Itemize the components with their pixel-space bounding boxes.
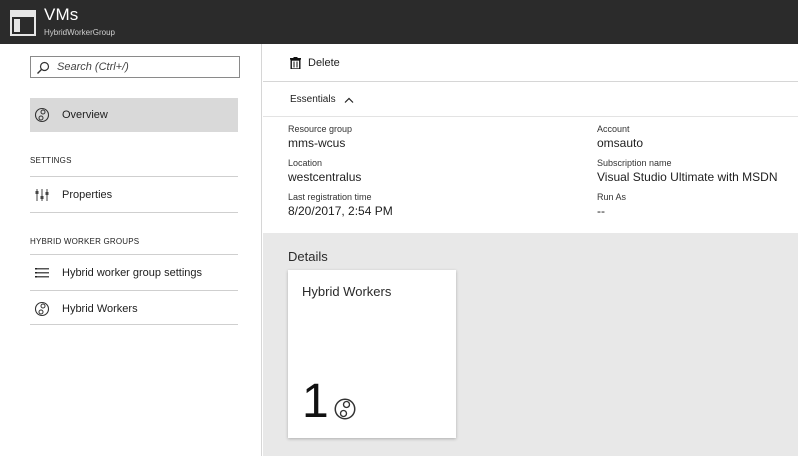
sidebar-item-overview[interactable]: Overview <box>30 98 238 132</box>
sidebar: Overview SETTINGS Properties HYBRID WORK… <box>0 44 262 456</box>
essentials-divider <box>263 116 798 117</box>
sidebar-item-hybrid-worker-group-settings[interactable]: Hybrid worker group settings <box>30 256 238 290</box>
sidebar-item-label: Properties <box>62 189 113 201</box>
page-title: VMs <box>44 5 79 24</box>
title-bar: VMs HybridWorkerGroup <box>0 0 798 44</box>
trash-icon <box>290 57 301 69</box>
divider <box>30 254 238 255</box>
essentials-label: Essentials <box>290 94 336 105</box>
page-subtitle: HybridWorkerGroup <box>44 28 115 37</box>
resource-group-value[interactable]: mms-wcus <box>288 136 345 150</box>
chevron-up-icon <box>344 97 354 103</box>
command-bar: Delete <box>263 44 798 82</box>
section-label-hybrid-worker-groups: HYBRID WORKER GROUPS <box>30 237 140 246</box>
run-as-value: -- <box>597 204 605 218</box>
sidebar-item-label: Hybrid Workers <box>62 303 138 315</box>
sidebar-item-label: Overview <box>62 109 108 121</box>
search-input[interactable] <box>57 58 235 76</box>
divider <box>30 290 238 291</box>
tile-count: 1 <box>302 375 329 428</box>
run-as-label: Run As <box>597 192 627 202</box>
tile-title: Hybrid Workers <box>302 284 392 299</box>
account-label: Account <box>597 124 630 134</box>
main-content: Delete Essentials Resource group mms-wcu… <box>263 44 798 456</box>
location-value: westcentralus <box>288 170 362 184</box>
delete-button[interactable]: Delete <box>290 57 340 69</box>
last-registration-value: 8/20/2017, 2:54 PM <box>288 204 393 218</box>
search-icon <box>37 61 50 74</box>
location-label: Location <box>288 158 323 168</box>
subscription-value[interactable]: Visual Studio Ultimate with MSDN <box>597 170 778 184</box>
sidebar-item-properties[interactable]: Properties <box>30 178 238 212</box>
properties-icon <box>34 187 50 203</box>
section-label-settings: SETTINGS <box>30 156 72 165</box>
hybrid-worker-icon <box>34 107 50 123</box>
hybrid-worker-icon <box>34 301 50 317</box>
essentials-toggle[interactable]: Essentials <box>290 94 354 105</box>
blade-icon <box>10 10 36 36</box>
resource-group-label: Resource group <box>288 124 353 134</box>
divider <box>30 176 238 177</box>
delete-button-label: Delete <box>308 57 340 69</box>
sidebar-item-label: Hybrid worker group settings <box>62 267 203 279</box>
account-value[interactable]: omsauto <box>597 136 643 150</box>
search-box[interactable] <box>30 56 240 78</box>
divider <box>30 212 238 213</box>
sidebar-item-hybrid-workers[interactable]: Hybrid Workers <box>30 292 238 326</box>
subscription-label: Subscription name <box>597 158 672 168</box>
hybrid-workers-tile[interactable]: Hybrid Workers 1 <box>288 270 456 438</box>
details-section: Details Hybrid Workers 1 <box>263 233 798 456</box>
hybrid-worker-icon <box>334 398 356 420</box>
last-registration-label: Last registration time <box>288 192 372 202</box>
details-title: Details <box>288 249 328 264</box>
divider <box>30 324 238 325</box>
settings-list-icon <box>34 265 50 281</box>
